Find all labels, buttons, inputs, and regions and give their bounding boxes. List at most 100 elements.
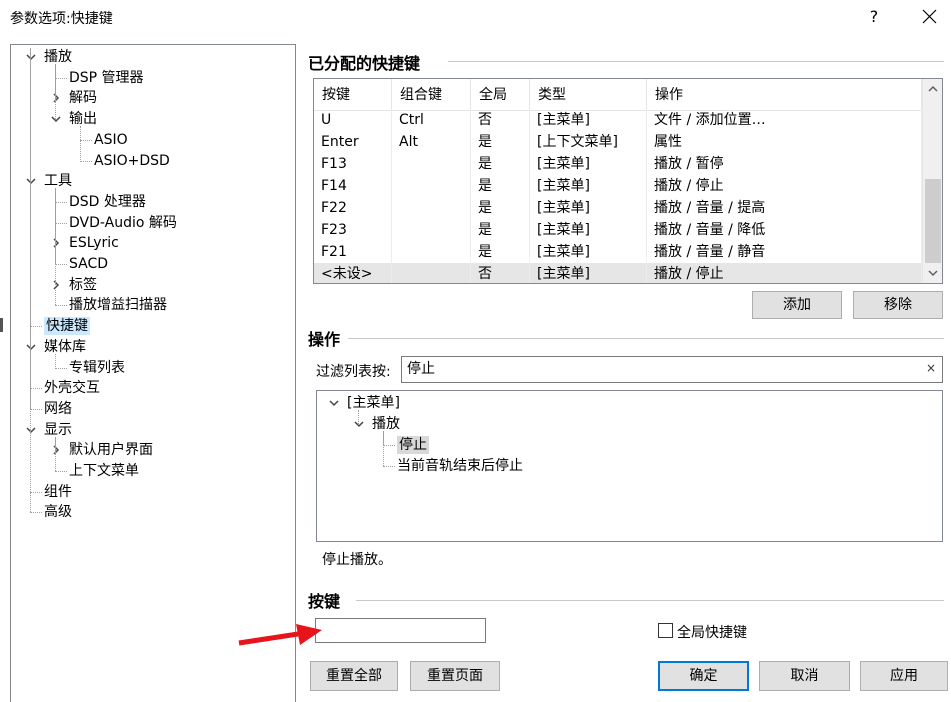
table-cell: 播放 / 音量 / 提高 bbox=[647, 197, 922, 219]
column-header[interactable]: 操作 bbox=[647, 79, 922, 111]
tree-item[interactable]: 显示 bbox=[44, 421, 72, 439]
table-cell: F13 bbox=[314, 153, 392, 175]
table-cell bbox=[392, 175, 471, 197]
tree-item[interactable]: 组件 bbox=[44, 483, 72, 501]
table-cell: F22 bbox=[314, 197, 392, 219]
tree-item[interactable]: 默认用户界面 bbox=[69, 441, 153, 459]
key-input[interactable] bbox=[315, 618, 486, 643]
table-cell: [主菜单] bbox=[530, 153, 647, 175]
add-button[interactable]: 添加 bbox=[752, 291, 842, 319]
tree-item[interactable]: ASIO bbox=[94, 131, 128, 149]
tree-item[interactable]: DSD 处理器 bbox=[69, 193, 146, 211]
close-button[interactable] bbox=[912, 4, 946, 30]
shortcuts-table[interactable]: 按键 组合键 全局 类型 操作 U Ctrl 否 [主菜单] 文件 / 添加位置… Enter Al… bbox=[313, 78, 943, 284]
tree-item[interactable]: 网络 bbox=[44, 400, 72, 418]
chevron-right-icon[interactable] bbox=[51, 93, 61, 103]
chevron-down-icon[interactable] bbox=[329, 398, 339, 408]
tree-item[interactable]: 工具 bbox=[44, 172, 72, 190]
tree-item[interactable]: 播放 bbox=[44, 48, 72, 66]
tree-connector bbox=[30, 512, 42, 514]
table-cell: Alt bbox=[392, 131, 471, 153]
chevron-right-icon[interactable] bbox=[51, 238, 61, 248]
tree-item[interactable]: 媒体库 bbox=[44, 338, 86, 356]
action-tree-item[interactable]: [主菜单] bbox=[347, 394, 400, 412]
tree-connector bbox=[30, 491, 42, 493]
chevron-down-icon[interactable] bbox=[26, 176, 36, 186]
global-shortcut-label[interactable]: 全局快捷键 bbox=[677, 622, 747, 642]
table-scrollbar[interactable] bbox=[922, 79, 942, 283]
ok-button[interactable]: 确定 bbox=[658, 661, 749, 691]
clear-filter-icon[interactable]: × bbox=[926, 361, 936, 375]
tree-item[interactable]: 播放增益扫描器 bbox=[69, 296, 167, 314]
table-row[interactable]: F22 是 [主菜单] 播放 / 音量 / 提高 bbox=[314, 197, 922, 219]
column-header[interactable]: 类型 bbox=[530, 79, 647, 111]
table-row[interactable]: <未设> 否 [主菜单] 播放 / 停止 bbox=[314, 263, 922, 283]
filter-label: 过滤列表按: bbox=[316, 364, 391, 380]
chevron-down-icon[interactable] bbox=[26, 342, 36, 352]
cancel-button[interactable]: 取消 bbox=[759, 661, 850, 691]
tree-item[interactable]: DVD-Audio 解码 bbox=[69, 214, 177, 232]
title-bar: 参数选项:快捷键 ? bbox=[0, 0, 951, 36]
tree-item[interactable]: 标签 bbox=[69, 276, 97, 294]
table-header: 按键 组合键 全局 类型 操作 bbox=[314, 79, 922, 111]
table-row[interactable]: F21 是 [主菜单] 播放 / 音量 / 静音 bbox=[314, 241, 922, 263]
chevron-down-icon[interactable] bbox=[26, 425, 36, 435]
filter-value: 停止 bbox=[407, 361, 435, 377]
tree-item[interactable]: 高级 bbox=[44, 503, 72, 521]
table-row[interactable]: F23 是 [主菜单] 播放 / 音量 / 降低 bbox=[314, 219, 922, 241]
chevron-down-icon[interactable] bbox=[51, 114, 61, 124]
column-header[interactable]: 组合键 bbox=[392, 79, 471, 111]
tree-item[interactable]: DSP 管理器 bbox=[69, 69, 144, 87]
tree-item[interactable]: 输出 bbox=[69, 110, 97, 128]
preferences-tree[interactable]: 播放 DSP 管理器 解码输出 ASIO ASIO+DSD 工具 DSD 处理器 DVD-Au… bbox=[10, 44, 296, 702]
action-tree-item[interactable]: 当前音轨结束后停止 bbox=[397, 457, 523, 475]
table-cell: U bbox=[314, 109, 392, 131]
table-cell: F23 bbox=[314, 219, 392, 241]
reset-page-button[interactable]: 重置页面 bbox=[410, 661, 500, 691]
tree-item[interactable]: ESLyric bbox=[69, 234, 119, 252]
action-tree[interactable]: [主菜单] 播放停止当前音轨结束后停止 bbox=[316, 390, 943, 542]
tree-item[interactable]: 外壳交互 bbox=[44, 379, 100, 397]
scroll-up-icon[interactable] bbox=[927, 83, 939, 95]
scroll-down-icon[interactable] bbox=[927, 267, 939, 279]
table-cell: 播放 / 暂停 bbox=[647, 153, 922, 175]
tree-connector bbox=[30, 388, 42, 390]
reset-all-button[interactable]: 重置全部 bbox=[310, 661, 398, 691]
separator bbox=[356, 600, 944, 601]
action-tree-item[interactable]: 停止 bbox=[397, 436, 429, 454]
tree-connector bbox=[358, 410, 359, 424]
resize-grip[interactable] bbox=[0, 318, 6, 332]
remove-button[interactable]: 移除 bbox=[853, 291, 943, 319]
chevron-down-icon[interactable] bbox=[354, 419, 364, 429]
table-cell: 文件 / 添加位置… bbox=[647, 109, 922, 131]
action-tree-item[interactable]: 播放 bbox=[372, 415, 400, 433]
help-button[interactable]: ? bbox=[860, 4, 888, 30]
scroll-thumb[interactable] bbox=[925, 179, 941, 263]
tree-connector bbox=[55, 353, 56, 368]
chevron-right-icon[interactable] bbox=[51, 280, 61, 290]
table-row[interactable]: Enter Alt 是 [上下文菜单] 属性 bbox=[314, 131, 922, 153]
tree-connector bbox=[80, 139, 92, 141]
action-section-title: 操作 bbox=[308, 326, 347, 350]
chevron-down-icon[interactable] bbox=[26, 52, 36, 62]
tree-item[interactable]: 解码 bbox=[69, 89, 97, 107]
chevron-right-icon[interactable] bbox=[51, 445, 61, 455]
table-cell: F14 bbox=[314, 175, 392, 197]
column-header[interactable]: 按键 bbox=[314, 79, 392, 111]
tree-item[interactable]: 上下文菜单 bbox=[69, 462, 139, 480]
tree-item[interactable]: 快捷键 bbox=[44, 317, 90, 336]
table-row[interactable]: U Ctrl 否 [主菜单] 文件 / 添加位置… bbox=[314, 109, 922, 131]
table-row[interactable]: F14 是 [主菜单] 播放 / 停止 bbox=[314, 175, 922, 197]
tree-item[interactable]: 专辑列表 bbox=[69, 359, 125, 377]
column-header[interactable]: 全局 bbox=[471, 79, 530, 111]
tree-item[interactable]: SACD bbox=[69, 255, 108, 273]
table-cell: 播放 / 音量 / 降低 bbox=[647, 219, 922, 241]
global-shortcut-checkbox[interactable] bbox=[658, 623, 673, 638]
filter-input[interactable]: 停止 bbox=[401, 356, 943, 383]
table-cell: 是 bbox=[471, 197, 530, 219]
table-row[interactable]: F13 是 [主菜单] 播放 / 暂停 bbox=[314, 153, 922, 175]
table-cell bbox=[392, 219, 471, 241]
apply-button[interactable]: 应用 bbox=[860, 661, 948, 691]
tree-item[interactable]: ASIO+DSD bbox=[94, 152, 170, 170]
table-cell bbox=[392, 241, 471, 263]
